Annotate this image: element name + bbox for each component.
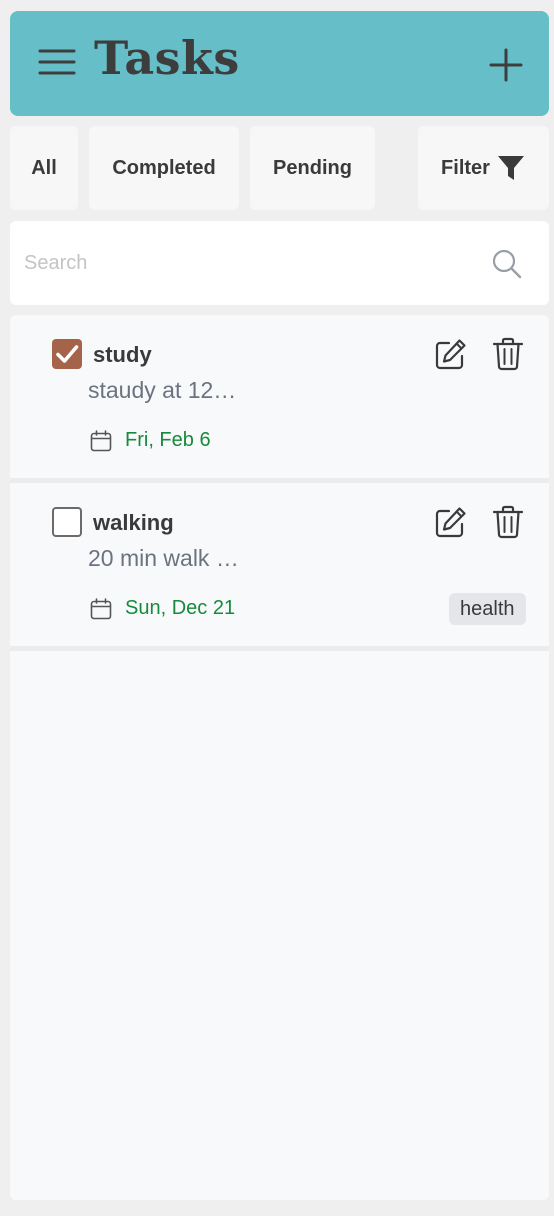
app-header: Tasks xyxy=(10,11,549,116)
hamburger-menu-icon[interactable] xyxy=(38,45,78,81)
task-tag: health xyxy=(449,593,526,625)
search-bar xyxy=(10,221,549,305)
edit-icon[interactable] xyxy=(434,337,468,371)
page-title: Tasks xyxy=(94,31,240,85)
task-item[interactable]: walking 20 min walk … Sun, Dec 21 health xyxy=(10,483,549,646)
task-due-date: Sun, Dec 21 xyxy=(125,597,236,619)
filter-button[interactable]: Filter xyxy=(418,126,549,210)
calendar-icon xyxy=(90,430,112,452)
tab-pending[interactable]: Pending xyxy=(250,126,375,210)
trash-icon[interactable] xyxy=(492,505,524,539)
task-description: 20 min walk … xyxy=(88,545,239,571)
tab-completed-label: Completed xyxy=(112,156,216,179)
task-title: study xyxy=(93,342,152,367)
tab-all-label: All xyxy=(31,156,57,179)
checkmark-icon xyxy=(56,345,79,363)
task-description: staudy at 12… xyxy=(88,377,237,403)
filter-label: Filter xyxy=(441,156,490,179)
search-input[interactable] xyxy=(24,243,494,283)
tab-pending-label: Pending xyxy=(273,156,352,179)
task-checkbox-unchecked[interactable] xyxy=(52,507,82,537)
edit-icon[interactable] xyxy=(434,505,468,539)
task-item[interactable]: study staudy at 12… Fri, Feb 6 xyxy=(10,315,549,478)
tab-all[interactable]: All xyxy=(10,126,78,210)
task-title: walking xyxy=(93,510,174,535)
divider xyxy=(10,646,549,651)
search-icon[interactable] xyxy=(491,248,523,280)
trash-icon[interactable] xyxy=(492,337,524,371)
plus-icon[interactable] xyxy=(488,47,524,83)
funnel-icon xyxy=(497,156,524,180)
task-due-date: Fri, Feb 6 xyxy=(125,429,211,451)
tab-completed[interactable]: Completed xyxy=(89,126,239,210)
calendar-icon xyxy=(90,598,112,620)
task-checkbox-checked[interactable] xyxy=(52,339,82,369)
